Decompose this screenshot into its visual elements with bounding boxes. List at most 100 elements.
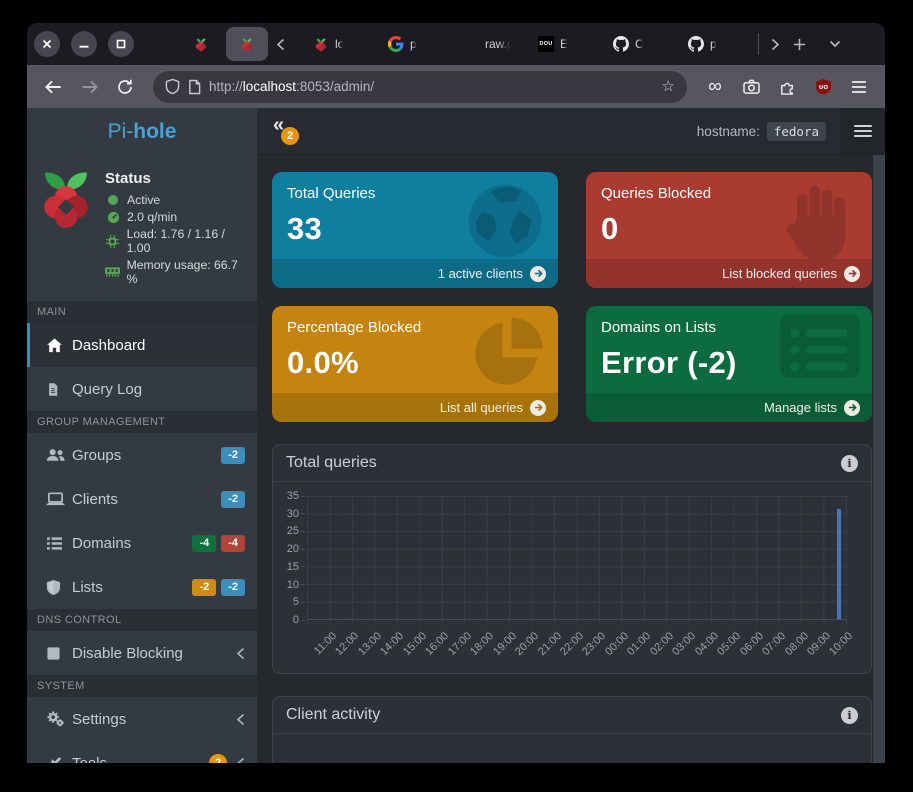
ublock-origin-icon[interactable]: UO (807, 71, 839, 103)
url-bar[interactable]: http://localhost:8053/admin/ ☆ (153, 71, 687, 103)
arrow-circle-icon (844, 266, 860, 282)
browser-menu-button[interactable] (843, 71, 875, 103)
sidebar-item-label: Dashboard (72, 337, 145, 354)
sidebar-item-lists[interactable]: Lists-2-2 (27, 565, 257, 609)
browser-tab[interactable]: lo (304, 27, 379, 61)
y-tick-label: 5 (293, 596, 305, 608)
status-row: Memory usage: 66.7 % (105, 258, 249, 286)
ublock-icon: UO (815, 78, 832, 95)
sidebar-item-disable-blocking[interactable]: Disable Blocking (27, 631, 257, 675)
sidebar-item-domains[interactable]: Domains-4-4 (27, 521, 257, 565)
stat-card-total-queries[interactable]: Total Queries 33 1 active clients (272, 172, 558, 288)
card-title: Queries Blocked (601, 185, 857, 202)
browser-tab[interactable]: DOU E (529, 27, 604, 61)
active-tab-pihole[interactable] (226, 27, 268, 61)
card-footer-link[interactable]: Manage lists (586, 393, 872, 422)
sidebar-item-groups[interactable]: Groups-2 (27, 433, 257, 477)
y-tick-label: 35 (287, 490, 305, 502)
arrow-circle-icon (530, 266, 546, 282)
sidebar-item-tools[interactable]: Tools 2 (27, 741, 257, 763)
status-text: Active (127, 193, 160, 207)
close-icon (42, 39, 52, 49)
y-tick-label: 0 (293, 614, 305, 626)
url-text: http://localhost:8053/admin/ (209, 79, 654, 94)
sidebar-section-header: SYSTEM (27, 675, 257, 697)
window-controls (34, 31, 134, 57)
scroll-tabs-left-button[interactable] (268, 27, 292, 61)
window-close-button[interactable] (34, 31, 60, 57)
laptop-icon (46, 491, 72, 507)
x-tick-label: 23:00 (581, 630, 609, 658)
stat-card-domains-on-lists[interactable]: Domains on Lists Error (-2) Manage lists (586, 306, 872, 422)
x-tick-label: 11:00 (312, 630, 339, 657)
sidebar-item-query-log[interactable]: Query Log (27, 367, 257, 411)
browser-tab[interactable]: raw.g (454, 27, 529, 61)
browser-tab[interactable]: C (604, 27, 679, 61)
status-text: Load: 1.76 / 1.16 / 1.00 (127, 227, 249, 255)
status-title: Status (105, 170, 249, 187)
browser-tab[interactable]: p (379, 27, 454, 61)
sidebar-item-clients[interactable]: Clients-2 (27, 477, 257, 521)
status-row: 2.0 q/min (105, 210, 249, 224)
x-tick-label: 16:00 (423, 630, 451, 658)
x-tick-label: 06:00 (738, 630, 766, 658)
card-footer-link[interactable]: List blocked queries (586, 259, 872, 288)
sidebar-item-label: Clients (72, 491, 118, 508)
dou-favicon: DOU (538, 36, 554, 52)
tracking-protection-icon[interactable] (165, 78, 180, 95)
x-axis-labels: 11:0012:0013:0014:0015:0016:0017:0018:00… (307, 625, 847, 665)
query-bar[interactable] (837, 509, 841, 619)
count-badge: -2 (192, 579, 216, 596)
stat-card-queries-blocked[interactable]: Queries Blocked 0 List blocked queries (586, 172, 872, 288)
sidebar-item-label: Tools (72, 755, 107, 764)
info-icon[interactable]: i (841, 707, 858, 724)
pinned-tab-pihole[interactable] (186, 27, 216, 61)
card-footer-link[interactable]: List all queries (272, 393, 558, 422)
screenshot-camera-icon[interactable] (735, 71, 767, 103)
count-badge: 2 (209, 754, 227, 763)
home-icon (46, 337, 72, 354)
menu-icon (851, 80, 867, 94)
info-icon[interactable]: i (841, 455, 858, 472)
extensions-puzzle-icon[interactable] (771, 71, 803, 103)
scroll-tabs-right-button[interactable] (763, 27, 787, 61)
pihole-menu-button[interactable] (840, 108, 885, 154)
tab-title: raw.g (485, 37, 514, 51)
window-minimize-button[interactable] (71, 31, 97, 57)
pihole-page: Pi-hole «2 hostname: fedora Status Activ… (27, 108, 885, 763)
card-value: 0.0% (287, 345, 543, 381)
list-tabs-button[interactable] (823, 27, 847, 61)
account-mask-icon[interactable]: ∞ (699, 71, 731, 103)
page-scrollbar[interactable] (873, 155, 885, 763)
listicon-icon (46, 536, 72, 551)
browser-tab[interactable]: p (679, 27, 754, 61)
card-footer-link[interactable]: 1 active clients (272, 259, 558, 288)
status-row: Active (105, 193, 249, 207)
x-tick-label: 13:00 (356, 630, 384, 658)
back-button[interactable] (37, 71, 69, 103)
window-maximize-button[interactable] (108, 31, 134, 57)
sidebar-item-settings[interactable]: Settings (27, 697, 257, 741)
count-badge: -4 (221, 535, 245, 552)
stat-card-percentage-blocked[interactable]: Percentage Blocked 0.0% List all queries (272, 306, 558, 422)
forward-button[interactable] (73, 71, 105, 103)
sidebar-section-header: DNS CONTROL (27, 609, 257, 631)
site-info-icon[interactable] (188, 79, 201, 95)
reload-button[interactable] (109, 71, 141, 103)
gears-icon (46, 710, 72, 728)
sidebar-item-dashboard[interactable]: Dashboard (27, 323, 257, 367)
puzzle-icon (779, 78, 796, 95)
sidebar-collapse-button[interactable]: «2 (273, 114, 303, 148)
browser-window: lo p raw.g DOU E C p (27, 23, 885, 763)
tab-title: p (410, 37, 417, 51)
pihole-favicon (313, 36, 329, 52)
tab-bar: lo p raw.g DOU E C p (27, 23, 885, 65)
x-tick-label: 04:00 (693, 630, 721, 658)
github-favicon (688, 36, 704, 52)
x-tick-label: 05:00 (715, 630, 743, 658)
pihole-icon (239, 36, 255, 52)
bookmark-star-icon[interactable]: ☆ (662, 79, 675, 94)
new-tab-button[interactable] (787, 27, 811, 61)
count-badge: -2 (221, 447, 245, 464)
memory-status-icon (105, 266, 121, 278)
